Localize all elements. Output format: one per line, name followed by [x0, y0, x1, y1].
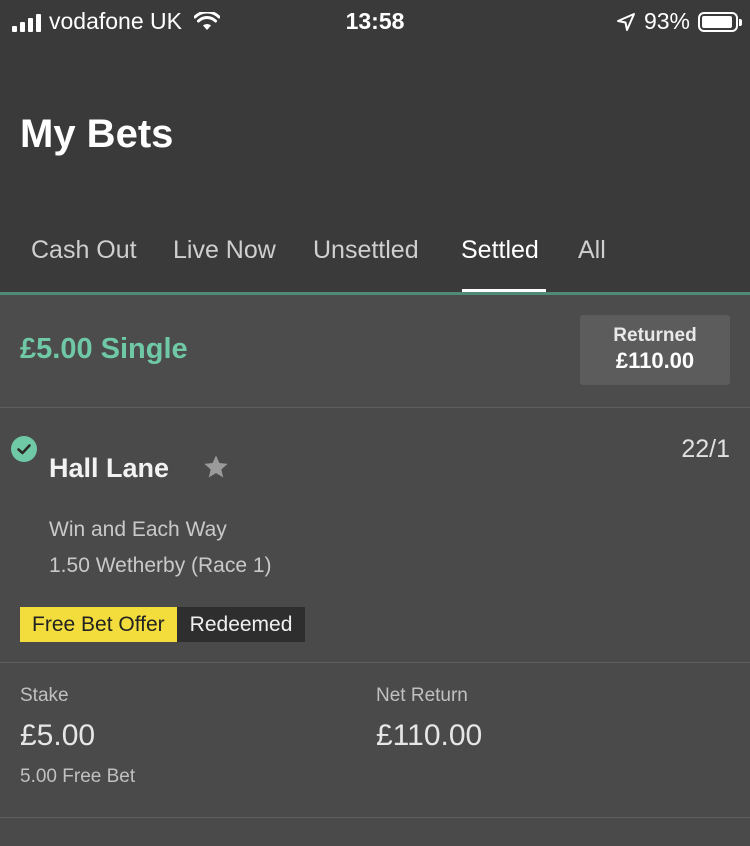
battery-icon: [698, 11, 742, 32]
net-return-label: Net Return: [376, 685, 468, 706]
redeemed-label: Redeemed: [176, 607, 306, 642]
selection-name: Hall Lane: [49, 453, 170, 483]
header: vodafone UK 13:58 93% My Bets Cash Out L…: [0, 0, 750, 293]
tab-bar: Cash Out Live Now Unsettled Settled All: [0, 228, 750, 293]
tab-all[interactable]: All: [578, 236, 606, 265]
returned-amount: £110.00: [615, 348, 695, 373]
tab-unsettled[interactable]: Unsettled: [313, 236, 419, 265]
bet-selection[interactable]: Hall Lane 22/1 Win and Each Way 1.50 Wet…: [0, 408, 750, 663]
market-name: Win and Each Way: [49, 518, 227, 541]
selection-odds: 22/1: [681, 435, 730, 463]
returned-box: Returned £110.00: [580, 315, 730, 385]
location-arrow-icon: [616, 12, 635, 31]
check-circle-icon: [11, 436, 37, 462]
bet-header[interactable]: £5.00 Single Returned £110.00: [0, 295, 750, 408]
tab-live-now[interactable]: Live Now: [173, 236, 276, 265]
free-bet-offer-label: Free Bet Offer: [20, 607, 177, 642]
battery-percent: 93%: [643, 8, 690, 34]
bet-summary: Stake £5.00 5.00 Free Bet Net Return £11…: [0, 663, 750, 818]
star-icon[interactable]: [202, 453, 230, 481]
stake-note: 5.00 Free Bet: [20, 766, 136, 787]
stake-label: Stake: [20, 685, 69, 706]
tab-settled[interactable]: Settled: [461, 236, 539, 265]
bet-title: £5.00 Single: [20, 333, 188, 365]
free-bet-badge: Free Bet Offer Redeemed: [20, 607, 306, 642]
status-bar: vodafone UK 13:58 93%: [0, 0, 750, 44]
page-title: My Bets: [20, 112, 174, 156]
returned-label: Returned: [613, 325, 697, 346]
race-name: 1.50 Wetherby (Race 1): [49, 554, 272, 577]
tab-cash-out[interactable]: Cash Out: [31, 236, 137, 265]
net-return-value: £110.00: [376, 719, 483, 752]
stake-value: £5.00: [20, 719, 96, 752]
